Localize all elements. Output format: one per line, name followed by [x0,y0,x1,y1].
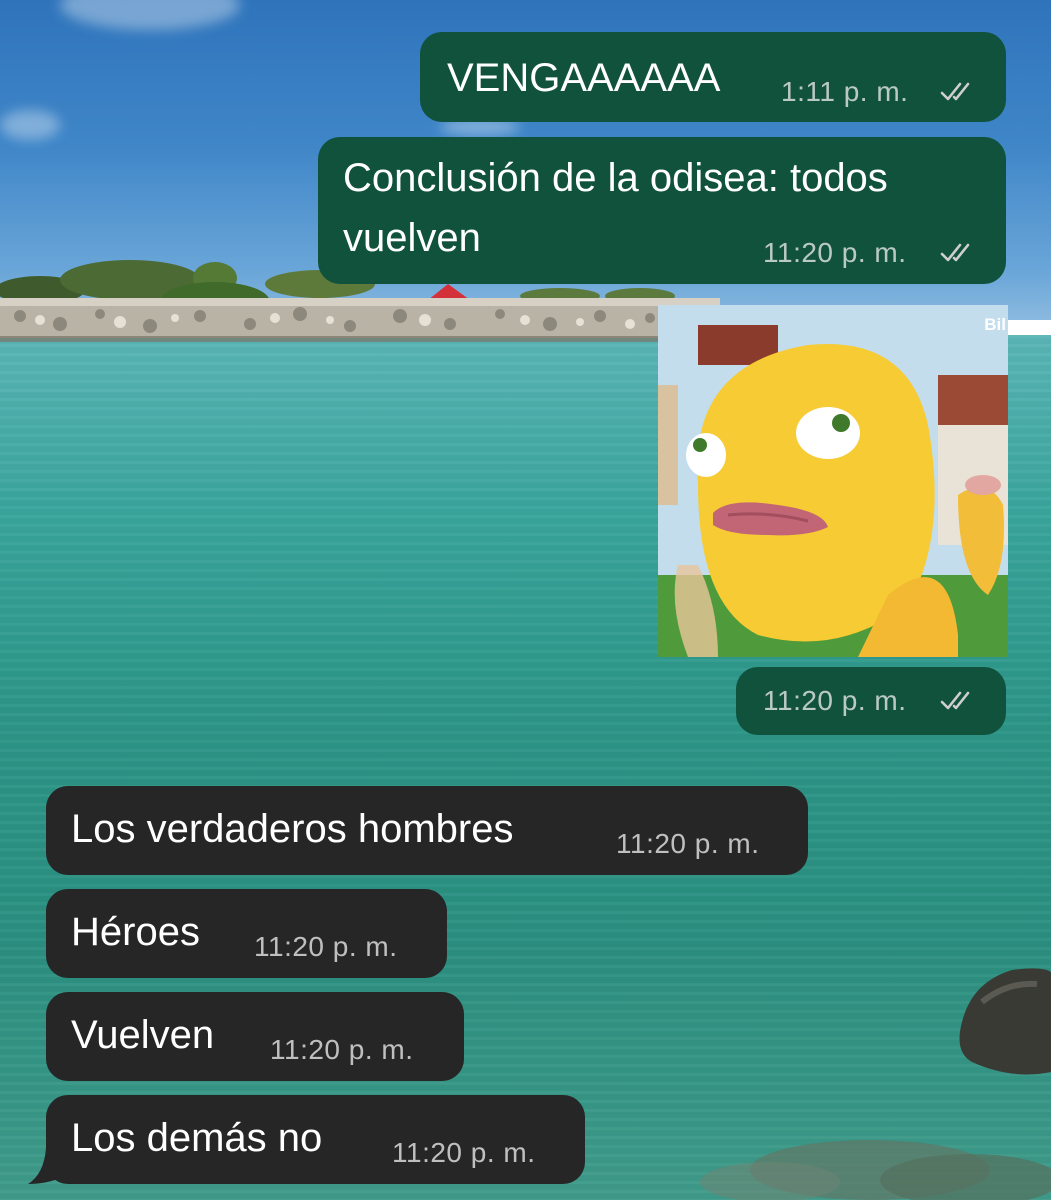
message-text: VENGAAAAAA [447,56,721,100]
message-text: Vuelven [71,1013,215,1057]
message-text-line: vuelven [343,216,481,260]
outgoing-message-bubble[interactable]: VENGAAAAAA 1:11 p. m. [420,32,1006,122]
message-time: 11:20 p. m. [616,828,760,859]
message-time: 11:20 p. m. [254,931,398,962]
incoming-message-bubble[interactable]: Vuelven 11:20 p. m. [46,992,464,1081]
message-time: 11:20 p. m. [763,237,907,268]
wallpaper-submerged-rocks [700,1140,1051,1200]
message-text-line: Conclusión de la odisea: todos [343,156,888,200]
message-time: 11:20 p. m. [270,1034,414,1065]
incoming-message-bubble[interactable]: Los verdaderos hombres 11:20 p. m. [46,786,808,875]
incoming-message-bubble[interactable]: Los demás no 11:20 p. m. [46,1095,585,1184]
message-time: 1:11 p. m. [781,76,909,107]
outgoing-message-bubble[interactable]: 11:20 p. m. [736,667,1006,735]
outgoing-message-bubble[interactable]: Conclusión de la odisea: todos vuelven 1… [318,137,1006,284]
double-check-icon [940,691,970,710]
wallpaper-rock [959,968,1051,1075]
incoming-message-bubble[interactable]: Héroes 11:20 p. m. [46,889,447,978]
wallpaper-cloud [0,110,60,140]
message-text: Los demás no [71,1116,323,1160]
double-check-icon [940,82,970,101]
double-check-icon [940,243,970,262]
message-time: 11:20 p. m. [392,1137,536,1168]
sticker-message[interactable]: Bil [658,305,1008,657]
yellow-cartoon-creature-sticker-icon [658,305,1008,657]
message-time: 11:20 p. m. [763,685,907,716]
message-text: Los verdaderos hombres [71,807,514,851]
sticker-watermark: Bil [984,315,1006,334]
message-text: Héroes [71,910,200,954]
